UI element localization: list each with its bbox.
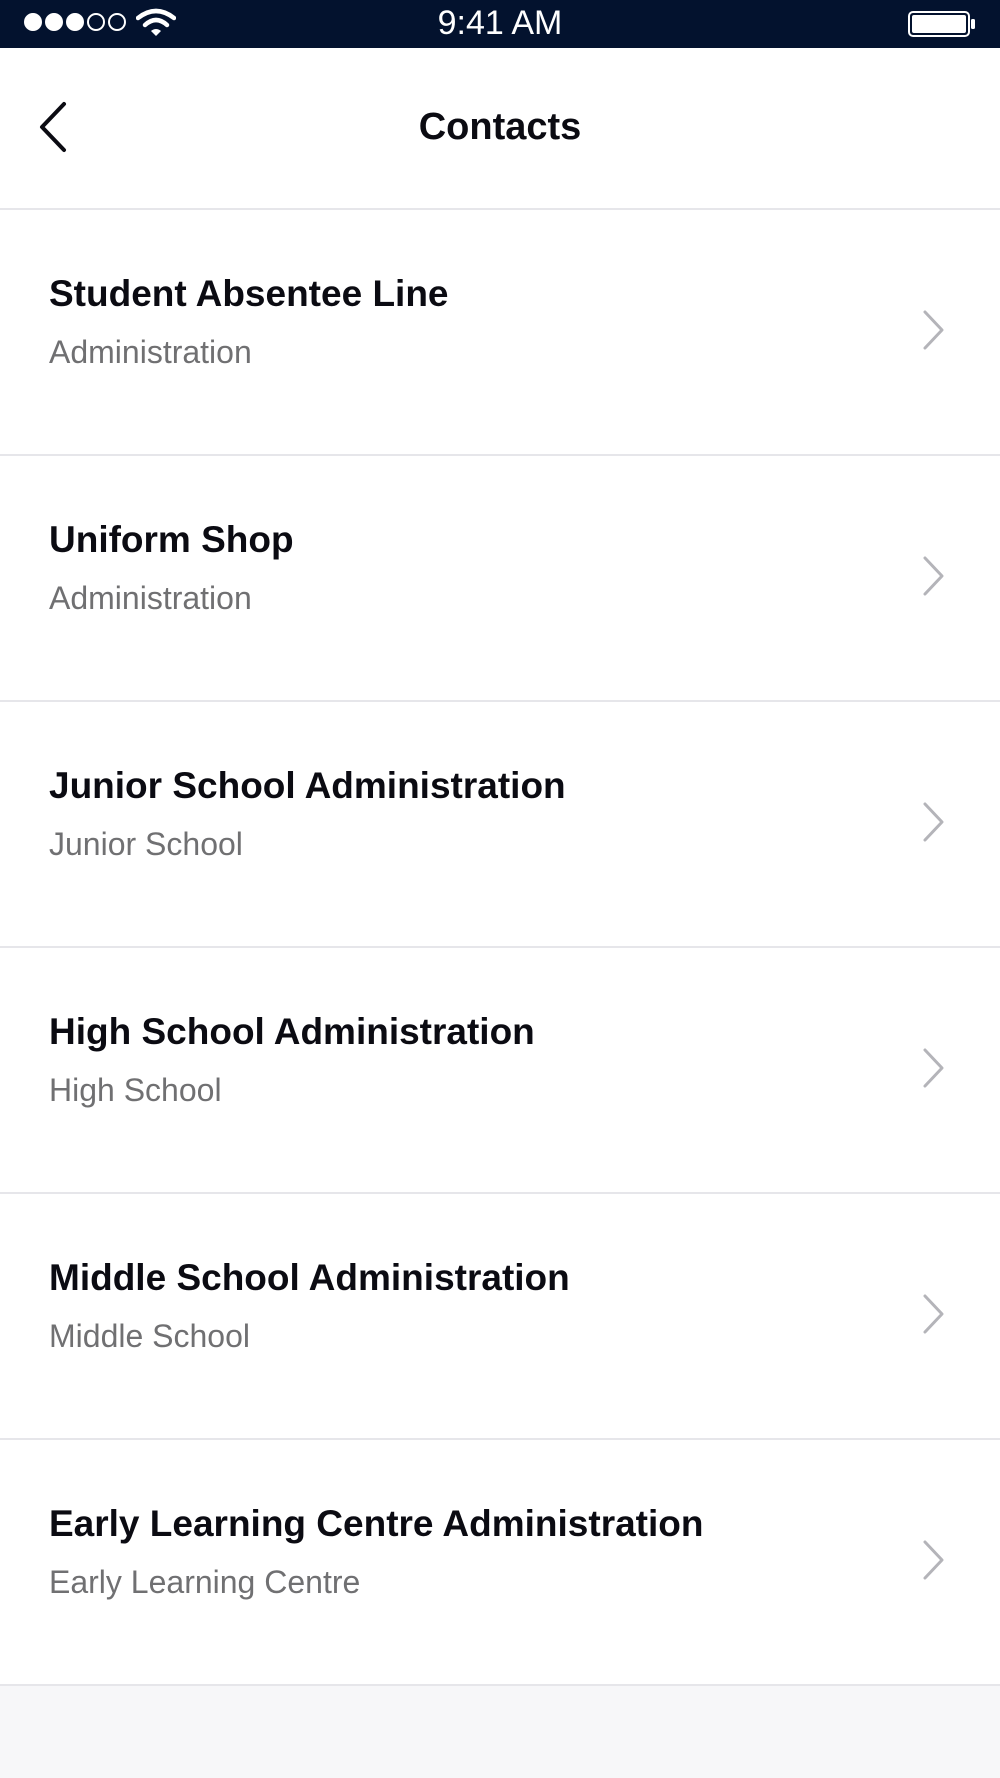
contact-item[interactable]: Student Absentee Line Administration [0,210,1000,456]
page-title: Contacts [418,106,582,148]
contact-name: Middle School Administration [49,1257,570,1298]
chevron-right-icon [923,802,944,842]
contact-list: Student Absentee Line Administration Uni… [0,210,1000,1686]
contact-department: Middle School [49,1318,250,1354]
contact-item[interactable]: Middle School Administration Middle Scho… [0,1194,1000,1440]
contact-item[interactable]: Junior School Administration Junior Scho… [0,702,1000,948]
contact-name: Uniform Shop [49,519,294,560]
contact-item[interactable]: High School Administration High School [0,948,1000,1194]
chevron-right-icon [923,310,944,350]
status-time: 9:41 AM [437,4,563,42]
contact-department: Administration [49,580,252,616]
contact-name: Early Learning Centre Administration [49,1503,704,1544]
contact-item[interactable]: Early Learning Centre Administration Ear… [0,1440,1000,1686]
contact-department: High School [49,1072,222,1108]
status-bar: 9:41 AM [0,0,1000,48]
contact-department: Junior School [49,826,243,862]
chevron-right-icon [923,1048,944,1088]
contact-name: High School Administration [49,1011,535,1052]
contact-department: Early Learning Centre [49,1564,361,1600]
chevron-right-icon [923,1540,944,1580]
navigation-bar: Contacts [0,48,1000,210]
contact-name: Junior School Administration [49,765,566,806]
battery-icon [908,11,975,37]
contact-department: Administration [49,334,252,370]
contact-item[interactable]: Uniform Shop Administration [0,456,1000,702]
chevron-right-icon [923,556,944,596]
contact-name: Student Absentee Line [49,273,449,314]
chevron-right-icon [923,1294,944,1334]
